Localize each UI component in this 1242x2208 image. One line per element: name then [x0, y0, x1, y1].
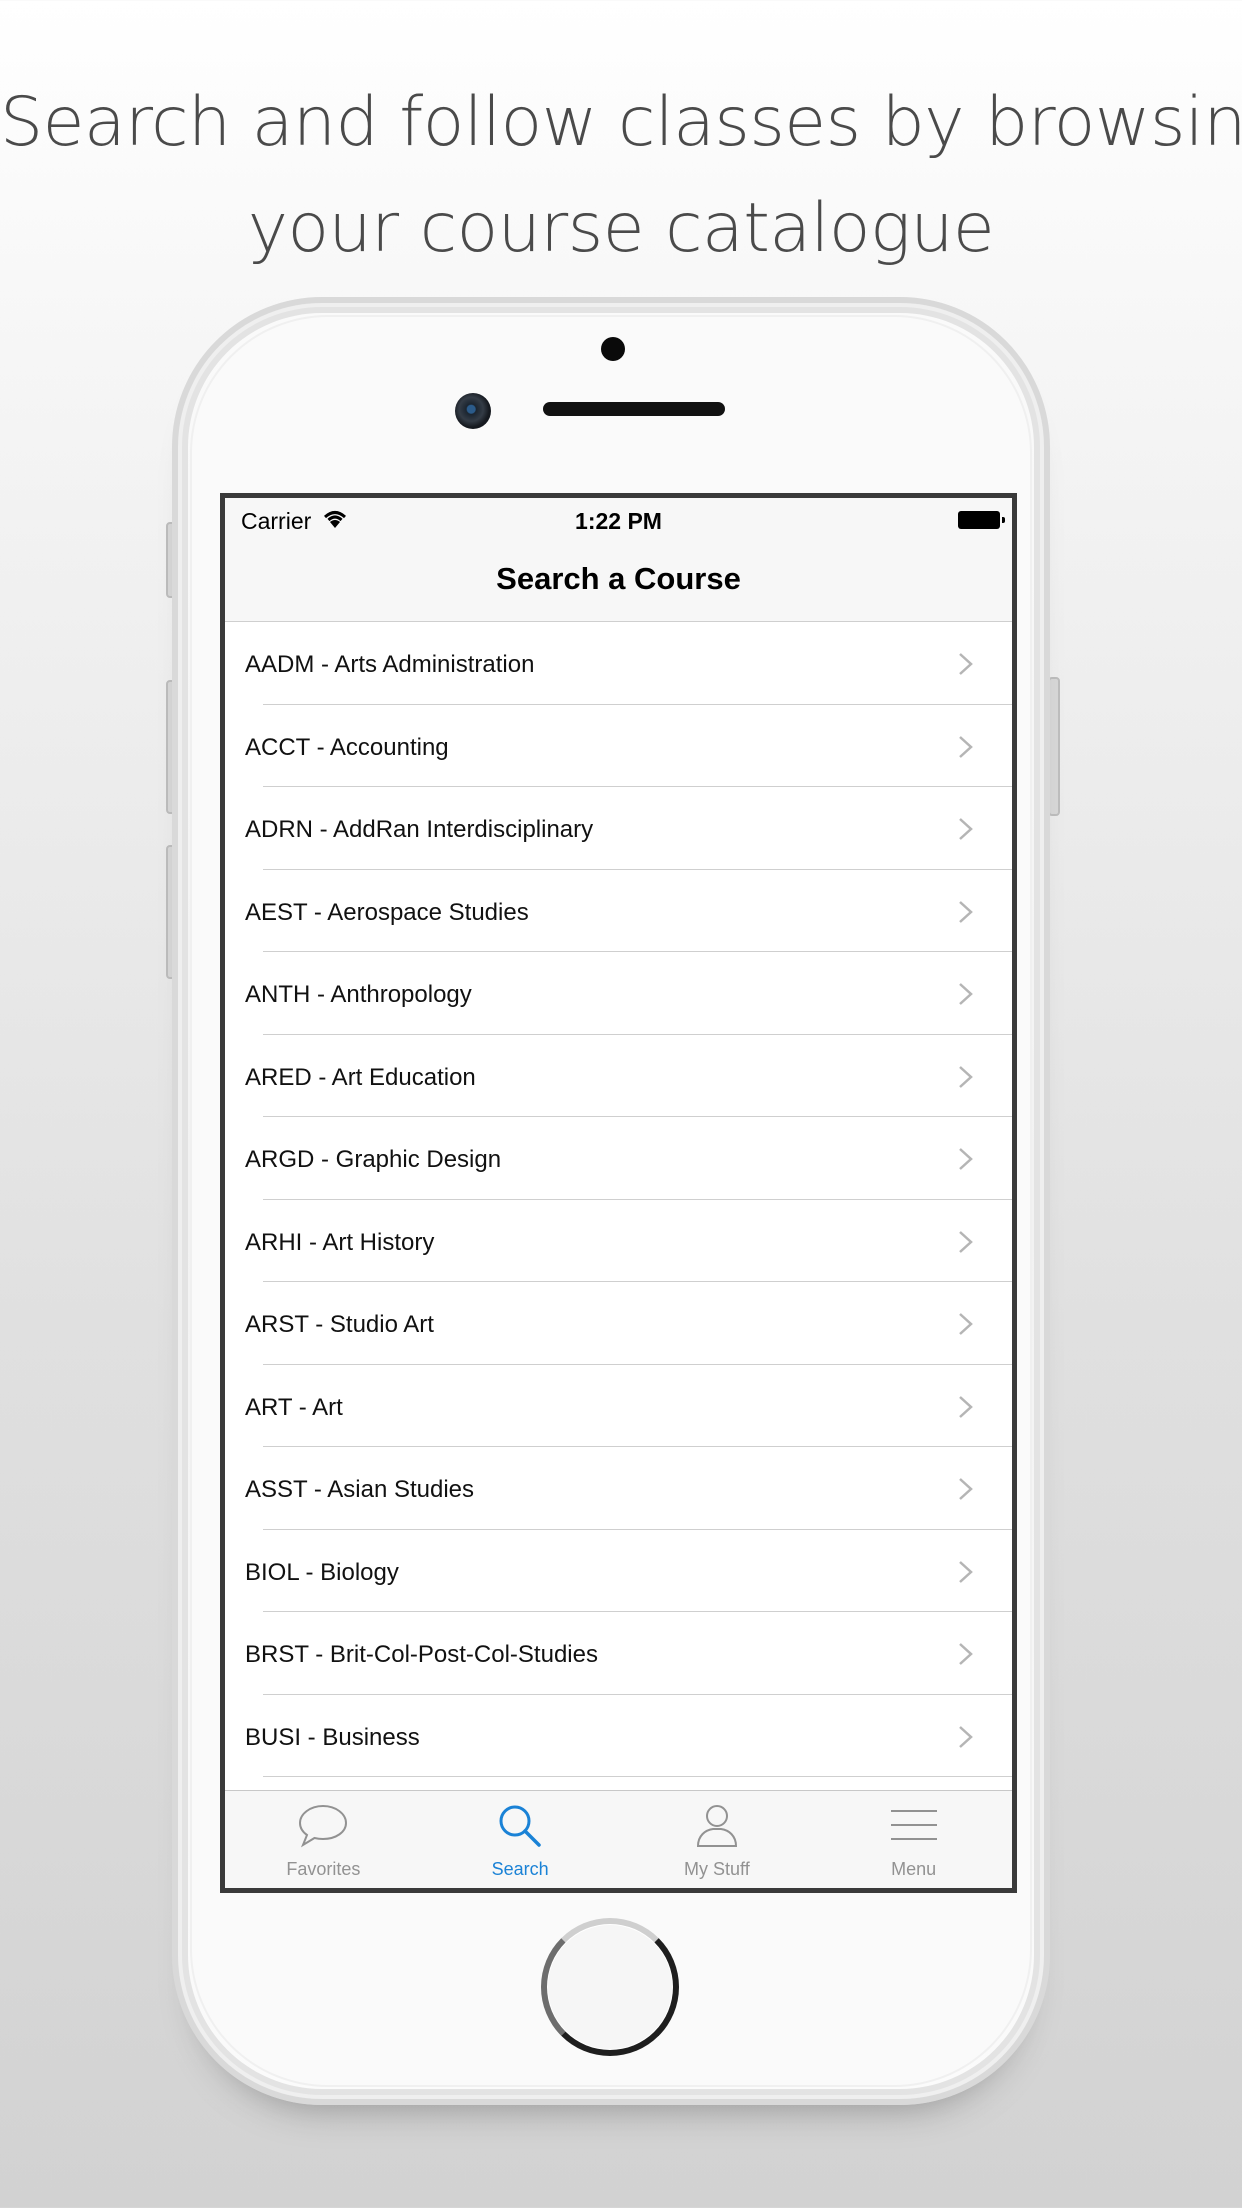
chevron-right-icon — [959, 1230, 973, 1253]
chevron-right-icon — [959, 653, 973, 675]
course-row-art[interactable]: ART - Art — [225, 1364, 1012, 1447]
headline: Search and follow classes by browsing yo… — [0, 70, 1242, 282]
chevron-right-icon — [959, 1725, 973, 1748]
course-row-acct[interactable]: ACCT - Accounting — [225, 704, 1012, 787]
battery-icon — [958, 511, 1005, 529]
course-label: ARED - Art Education — [245, 1063, 476, 1091]
earpiece-speaker — [543, 402, 725, 416]
course-row-aest[interactable]: AEST - Aerospace Studies — [225, 869, 1012, 952]
status-time: 1:22 PM — [575, 508, 662, 534]
course-row-anth[interactable]: ANTH - Anthropology — [225, 952, 1012, 1035]
course-label: ACCT - Accounting — [245, 733, 449, 761]
navigation-bar: Search a Course — [225, 540, 1012, 622]
phone-screen: Carrier 1:22 PM Search a Course AADM - A… — [220, 493, 1017, 1893]
course-row-busi[interactable]: BUSI - Business — [225, 1694, 1012, 1777]
course-label: ARST - Studio Art — [245, 1311, 434, 1338]
chevron-right-icon — [959, 1065, 973, 1088]
search-icon — [499, 1805, 541, 1847]
speech-bubble-icon — [299, 1804, 348, 1848]
tab-label: Favorites — [286, 1859, 361, 1879]
status-bar: Carrier 1:22 PM — [225, 498, 1012, 540]
course-label: AEST - Aerospace Studies — [245, 898, 529, 926]
course-row-ared[interactable]: ARED - Art Education — [225, 1034, 1012, 1117]
course-row-arhi[interactable]: ARHI - Art History — [225, 1199, 1012, 1282]
course-label: ART - Art — [245, 1393, 343, 1421]
course-row-aadm[interactable]: AADM - Arts Administration — [225, 622, 1012, 705]
chevron-right-icon — [959, 1560, 973, 1583]
home-button[interactable] — [541, 1918, 679, 2056]
course-label: BUSI - Business — [245, 1723, 420, 1751]
chevron-right-icon — [959, 1313, 973, 1335]
headline-line-1: Search and follow classes by browsing — [0, 83, 1242, 162]
person-icon — [696, 1805, 737, 1847]
chevron-right-icon — [959, 1643, 973, 1665]
course-label: BIOL - Biology — [245, 1558, 399, 1586]
tab-favorites[interactable]: Favorites — [225, 1791, 422, 1888]
chevron-right-icon — [959, 735, 973, 758]
tab-my-stuff[interactable]: My Stuff — [619, 1791, 816, 1888]
course-row-brst[interactable]: BRST - Brit-Col-Post-Col-Studies — [225, 1612, 1012, 1695]
tab-label: Menu — [891, 1859, 937, 1879]
course-row-arst[interactable]: ARST - Studio Art — [225, 1282, 1012, 1365]
course-list: AADM - Arts Administration ACCT - Accoun… — [225, 622, 1012, 1777]
course-label: ADRN - AddRan Interdisciplinary — [245, 816, 594, 843]
tab-label: Search — [491, 1859, 549, 1879]
course-row-biol[interactable]: BIOL - Biology — [225, 1529, 1012, 1612]
course-label: AADM - Arts Administration — [245, 651, 535, 678]
course-label: ANTH - Anthropology — [245, 981, 472, 1008]
menu-icon — [890, 1810, 937, 1840]
chevron-right-icon — [959, 983, 973, 1005]
course-row-asst[interactable]: ASST - Asian Studies — [225, 1447, 1012, 1530]
proximity-sensor — [601, 337, 625, 361]
front-camera — [455, 393, 491, 429]
course-row-adrn[interactable]: ADRN - AddRan Interdisciplinary — [225, 787, 1012, 870]
chevron-right-icon — [959, 818, 973, 840]
tab-search[interactable]: Search — [422, 1791, 619, 1888]
chevron-right-icon — [959, 1478, 973, 1500]
course-label: ARHI - Art History — [245, 1228, 435, 1256]
course-label: ARGD - Graphic Design — [245, 1146, 502, 1173]
course-label: ASST - Asian Studies — [245, 1476, 475, 1503]
course-row-argd[interactable]: ARGD - Graphic Design — [225, 1117, 1012, 1200]
page-title: Search a Course — [496, 561, 741, 596]
course-label: BRST - Brit-Col-Post-Col-Studies — [245, 1641, 598, 1668]
tab-bar: Favorites Search My Stuff Menu — [225, 1790, 1012, 1888]
chevron-right-icon — [959, 1148, 973, 1170]
headline-line-2: your course catalogue — [247, 189, 995, 268]
chevron-right-icon — [959, 1395, 973, 1418]
tab-menu[interactable]: Menu — [815, 1791, 1012, 1888]
tab-label: My Stuff — [684, 1859, 750, 1879]
chevron-right-icon — [959, 900, 973, 923]
row-divider — [263, 1776, 1012, 1777]
